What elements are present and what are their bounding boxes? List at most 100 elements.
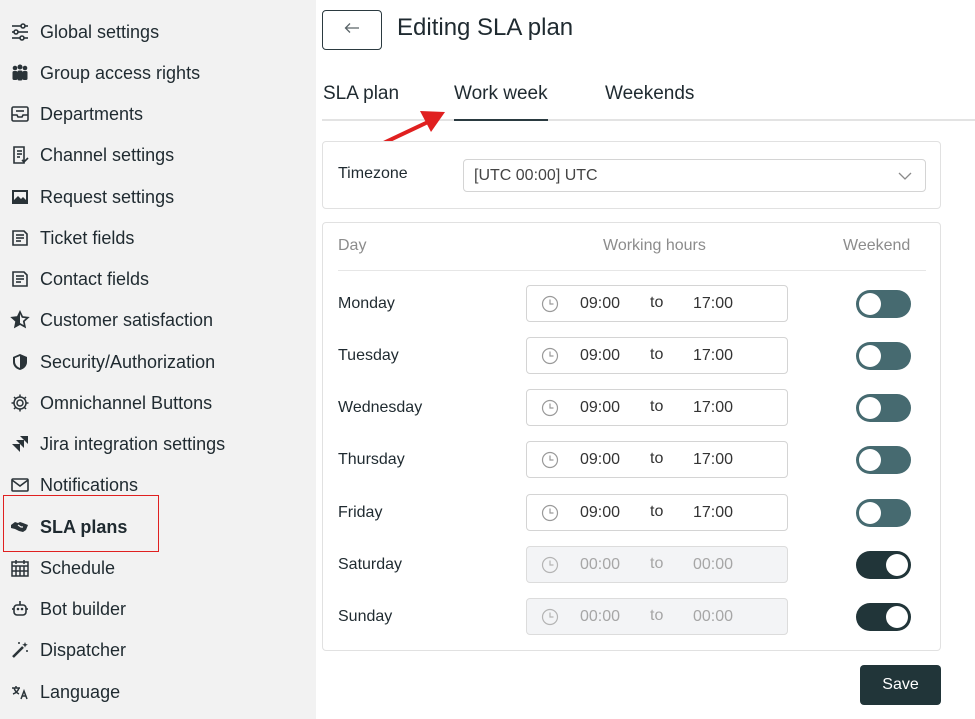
language-icon (10, 682, 30, 702)
active-item-highlight (3, 495, 159, 552)
weekend-toggle-friday[interactable] (856, 499, 911, 527)
start-time: 00:00 (580, 556, 621, 573)
sidebar-item-contact-fields[interactable]: Contact fields (10, 264, 149, 294)
tab-weekends[interactable]: Weekends (605, 83, 694, 119)
end-time: 00:00 (693, 556, 734, 573)
working-hours-monday[interactable]: 09:00 to 17:00 (526, 285, 788, 322)
day-label-wednesday: Wednesday (338, 399, 423, 416)
end-time[interactable]: 17:00 (693, 399, 733, 417)
weekend-toggle-thursday[interactable] (856, 446, 911, 474)
sidebar-item-label: Customer satisfaction (40, 309, 214, 330)
clock-icon (541, 347, 559, 370)
weekend-toggle-saturday[interactable] (856, 551, 911, 579)
timezone-value: [UTC 00:00] UTC (474, 166, 598, 184)
day-label-tuesday: Tuesday (338, 347, 399, 364)
sidebar-item-dispatcher[interactable]: Dispatcher (10, 635, 126, 665)
clock-icon (541, 556, 559, 579)
end-time: 00:00 (693, 608, 734, 625)
sidebar-item-request-settings[interactable]: Request settings (10, 182, 174, 212)
sidebar-item-label: Omnichannel Buttons (40, 392, 213, 413)
to-separator: to (650, 607, 664, 624)
toggle-knob (886, 606, 908, 628)
working-hours-friday[interactable]: 09:00 to 17:00 (526, 494, 788, 531)
sidebar-item-customer-satisfaction[interactable]: Customer satisfaction (10, 305, 213, 335)
sidebar-item-label: Contact fields (40, 268, 150, 289)
weekend-toggle-sunday[interactable] (856, 603, 911, 631)
sidebar-item-departments[interactable]: Departments (10, 99, 143, 129)
start-time[interactable]: 09:00 (580, 451, 620, 469)
gear-icon (10, 393, 30, 413)
working-hours-wednesday[interactable]: 09:00 to 17:00 (526, 389, 788, 426)
toggle-knob (859, 397, 881, 419)
envelope-icon (10, 475, 30, 495)
list-doc-icon (10, 269, 30, 289)
to-separator: to (650, 450, 664, 467)
magic-wand-icon (10, 640, 30, 660)
start-time[interactable]: 09:00 (580, 399, 620, 417)
weekend-toggle-wednesday[interactable] (856, 394, 911, 422)
sidebar-item-channel-settings[interactable]: Channel settings (10, 140, 174, 170)
sidebar-item-global-settings[interactable]: Global settings (10, 17, 159, 47)
end-time[interactable]: 17:00 (693, 295, 733, 313)
page-title: Editing SLA plan (397, 14, 574, 41)
tab-work-week[interactable]: Work week (454, 83, 548, 121)
timezone-select[interactable]: [UTC 00:00] UTC (463, 159, 926, 192)
sliders-icon (10, 22, 30, 42)
start-time: 00:00 (580, 608, 621, 625)
chevron-down-icon (897, 168, 913, 189)
to-separator: to (650, 398, 664, 415)
sidebar-item-label: Channel settings (40, 144, 175, 165)
to-separator: to (650, 555, 664, 572)
end-time[interactable]: 17:00 (693, 347, 733, 365)
sidebar-item-omnichannel-buttons[interactable]: Omnichannel Buttons (10, 388, 212, 418)
calendar-icon (10, 558, 30, 578)
working-hours-sunday: 00:00 to 00:00 (526, 598, 788, 635)
day-label-sunday: Sunday (338, 608, 393, 625)
group-icon (10, 63, 30, 83)
sidebar-item-label: Language (40, 681, 121, 702)
sidebar-item-group-access-rights[interactable]: Group access rights (10, 58, 200, 88)
sidebar-item-schedule[interactable]: Schedule (10, 553, 115, 583)
start-time[interactable]: 09:00 (580, 295, 620, 313)
weekend-toggle-monday[interactable] (856, 290, 911, 318)
shield-icon (10, 352, 30, 372)
working-hours-saturday: 00:00 to 00:00 (526, 546, 788, 583)
to-separator: to (650, 294, 664, 311)
sidebar-item-label: Security/Authorization (40, 351, 216, 372)
weekend-toggle-tuesday[interactable] (856, 342, 911, 370)
sidebar-item-label: Dispatcher (40, 639, 127, 660)
column-header-working-hours: Working hours (603, 237, 706, 254)
sidebar-item-label: Schedule (40, 557, 116, 578)
end-time[interactable]: 17:00 (693, 451, 733, 469)
arrow-left-icon (344, 21, 360, 39)
toggle-knob (859, 502, 881, 524)
sidebar-item-label: Global settings (40, 21, 160, 42)
to-separator: to (650, 346, 664, 363)
clock-icon (541, 399, 559, 422)
inbox-icon (10, 104, 30, 124)
day-label-saturday: Saturday (338, 556, 403, 573)
toggle-knob (859, 293, 881, 315)
sidebar-item-label: Notifications (40, 474, 139, 495)
timezone-label: Timezone (338, 165, 408, 182)
sidebar-item-bot-builder[interactable]: Bot builder (10, 594, 126, 624)
day-label-friday: Friday (338, 504, 383, 521)
sidebar-item-label: Departments (40, 103, 144, 124)
sidebar-item-jira-integration[interactable]: Jira integration settings (10, 429, 225, 459)
end-time[interactable]: 17:00 (693, 504, 733, 522)
sidebar-item-ticket-fields[interactable]: Ticket fields (10, 223, 134, 253)
save-button[interactable]: Save (860, 665, 941, 705)
back-button[interactable] (322, 10, 382, 50)
toggle-knob (859, 345, 881, 367)
sidebar: Global settings Group access rights Depa… (0, 0, 316, 719)
start-time[interactable]: 09:00 (580, 347, 620, 365)
sidebar-item-label: Ticket fields (40, 227, 135, 248)
clock-icon (541, 504, 559, 527)
start-time[interactable]: 09:00 (580, 504, 620, 522)
sidebar-item-label: Group access rights (40, 62, 201, 83)
header-divider (338, 270, 926, 271)
sidebar-item-language[interactable]: Language (10, 677, 120, 707)
working-hours-tuesday[interactable]: 09:00 to 17:00 (526, 337, 788, 374)
working-hours-thursday[interactable]: 09:00 to 17:00 (526, 441, 788, 478)
sidebar-item-security-authorization[interactable]: Security/Authorization (10, 347, 215, 377)
